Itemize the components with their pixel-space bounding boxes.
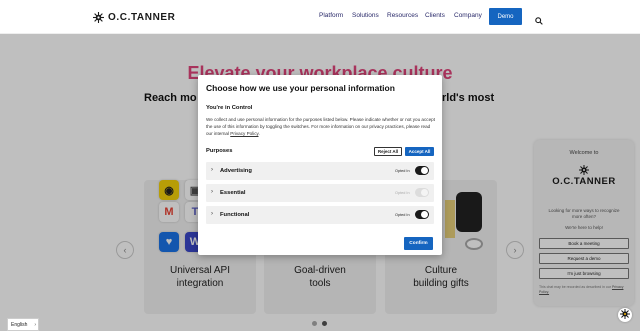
search-icon[interactable] bbox=[535, 12, 543, 25]
functional-toggle[interactable] bbox=[415, 210, 429, 219]
nav-company[interactable]: Company bbox=[454, 12, 482, 19]
consent-control-heading: You're in Control bbox=[206, 105, 253, 111]
demo-button[interactable]: Demo bbox=[489, 8, 522, 25]
oc-tanner-emblem-icon bbox=[93, 11, 104, 23]
chevron-right-icon: › bbox=[211, 189, 213, 195]
purpose-row-functional[interactable]: › Functional Opted In bbox=[206, 206, 434, 224]
language-value: English bbox=[11, 321, 28, 328]
purpose-status: Opted In bbox=[395, 168, 410, 173]
privacy-policy-link[interactable]: Privacy Policy bbox=[230, 131, 258, 136]
consent-dialog: Choose how we use your personal informat… bbox=[198, 75, 442, 255]
site-header: O.C.TANNER Platform Solutions Resources … bbox=[0, 0, 640, 34]
purpose-status: Opted In bbox=[395, 190, 410, 195]
advertising-toggle[interactable] bbox=[415, 166, 429, 175]
nav-resources[interactable]: Resources bbox=[387, 12, 418, 19]
purpose-label: Essential bbox=[220, 190, 246, 196]
purpose-status: Opted In bbox=[395, 212, 410, 217]
nav-platform[interactable]: Platform bbox=[319, 12, 343, 19]
purposes-heading: Purposes bbox=[206, 148, 233, 154]
chevron-right-icon: › bbox=[211, 167, 213, 173]
accept-all-button[interactable]: Accept All bbox=[405, 147, 434, 156]
chevron-right-icon: › bbox=[34, 322, 36, 328]
consent-description: We collect and use personal information … bbox=[206, 117, 435, 136]
reject-all-button[interactable]: Reject All bbox=[374, 147, 402, 156]
consent-title: Choose how we use your personal informat… bbox=[206, 83, 395, 93]
purpose-row-advertising[interactable]: › Advertising Opted In bbox=[206, 162, 434, 180]
language-select[interactable]: English › bbox=[7, 318, 39, 331]
site-logo[interactable]: O.C.TANNER bbox=[93, 11, 175, 23]
purpose-label: Advertising bbox=[220, 168, 252, 174]
logo-text: O.C.TANNER bbox=[108, 11, 176, 23]
chat-launcher-button[interactable] bbox=[618, 308, 632, 322]
purpose-row-essential[interactable]: › Essential Opted In bbox=[206, 184, 434, 202]
essential-toggle bbox=[415, 188, 429, 197]
confirm-button[interactable]: Confirm bbox=[404, 237, 433, 250]
oc-tanner-emblem-icon bbox=[620, 306, 630, 324]
nav-clients[interactable]: Clients bbox=[425, 12, 445, 19]
purpose-label: Functional bbox=[220, 212, 250, 218]
nav-solutions[interactable]: Solutions bbox=[352, 12, 379, 19]
chevron-right-icon: › bbox=[211, 211, 213, 217]
